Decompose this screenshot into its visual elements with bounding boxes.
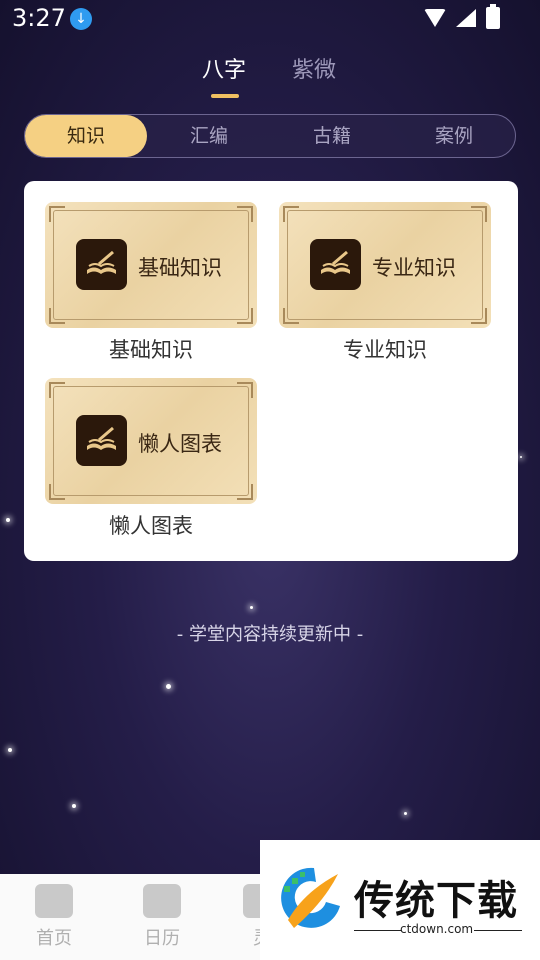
- tile-title: 专业知识: [372, 256, 456, 280]
- temple-icon: [35, 884, 73, 918]
- wifi-icon: [424, 9, 446, 27]
- tile-title: 基础知识: [138, 256, 222, 280]
- nav-label: 首页: [36, 928, 72, 949]
- tile-plate: 懒人图表: [45, 378, 257, 504]
- segment-control: 知识 汇编 古籍 案例: [24, 114, 516, 158]
- book-quill-icon: [76, 415, 127, 466]
- nav-calendar[interactable]: 日历: [135, 884, 189, 950]
- tile-plate: 基础知识: [45, 202, 257, 328]
- nav-home[interactable]: 首页: [27, 884, 81, 950]
- status-time: 3:27: [12, 4, 66, 32]
- update-note: - 学堂内容持续更新中 -: [176, 624, 364, 645]
- status-icons: [424, 4, 500, 29]
- segment-knowledge[interactable]: 知识: [25, 115, 147, 157]
- tile-caption: 懒人图表: [109, 514, 193, 538]
- book-quill-icon: [310, 239, 361, 290]
- segment-compilation[interactable]: 汇编: [148, 115, 270, 157]
- tile-title: 懒人图表: [138, 432, 222, 456]
- tile-professional-knowledge[interactable]: 专业知识 专业知识: [279, 202, 491, 364]
- nav-label: 日历: [144, 928, 180, 949]
- tab-bazi[interactable]: 八字: [202, 52, 246, 84]
- watermark-url: ctdown.com: [400, 922, 474, 936]
- segment-cases[interactable]: 案例: [393, 115, 515, 157]
- watermark-logo: [281, 867, 340, 928]
- tab-ziwei[interactable]: 紫微: [292, 52, 336, 84]
- battery-icon: [486, 4, 500, 29]
- tile-caption: 专业知识: [343, 338, 427, 362]
- watermark: 传统下载 ctdown.com: [260, 840, 540, 960]
- status-bar: 3:27 ↓: [0, 0, 540, 36]
- tile-basic-knowledge[interactable]: 基础知识 基础知识: [45, 202, 257, 364]
- signal-icon: [456, 9, 476, 27]
- calendar-icon: [143, 884, 181, 918]
- book-quill-icon: [76, 239, 127, 290]
- watermark-title: 传统下载: [354, 878, 518, 924]
- content-card: 基础知识 基础知识 专业知识 专业知识 懒人图表 懒人图表: [24, 181, 518, 561]
- download-icon: ↓: [70, 8, 92, 30]
- tile-caption: 基础知识: [109, 338, 193, 362]
- top-tab-bar: 八字 紫微: [0, 50, 540, 100]
- tile-plate: 专业知识: [279, 202, 491, 328]
- tile-lazy-charts[interactable]: 懒人图表 懒人图表: [45, 378, 257, 540]
- segment-classics[interactable]: 古籍: [271, 115, 393, 157]
- active-tab-indicator: [211, 94, 239, 98]
